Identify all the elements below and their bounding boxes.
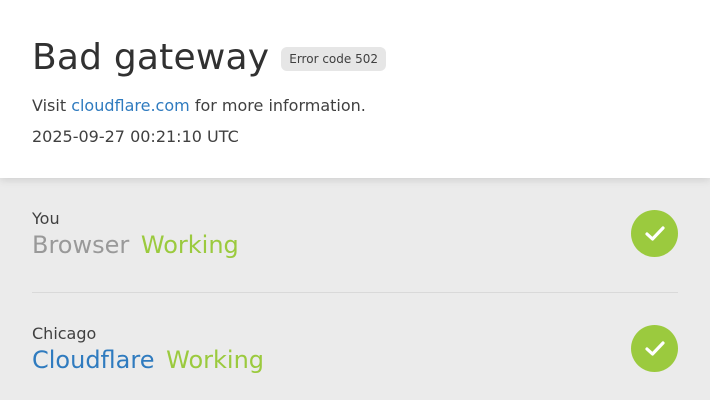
error-page: Bad gateway Error code 502 Visit cloudfl… xyxy=(0,0,710,400)
cloudflare-node: Chicago Cloudflare Working xyxy=(32,323,678,375)
cloudflare-link[interactable]: cloudflare.com xyxy=(71,96,190,115)
node-location: Chicago xyxy=(32,324,97,343)
node-location: You xyxy=(32,209,60,228)
error-code-badge: Error code 502 xyxy=(281,47,386,71)
node-status: Working xyxy=(140,231,239,259)
error-header: Bad gateway Error code 502 Visit cloudfl… xyxy=(0,0,710,178)
browser-node: You Browser Working xyxy=(32,208,678,260)
visit-suffix: for more information. xyxy=(194,96,366,115)
node-name-row: Cloudflare Working xyxy=(32,345,678,375)
title-row: Bad gateway Error code 502 xyxy=(32,36,386,80)
visit-prefix: Visit xyxy=(32,96,67,115)
node-status: Working xyxy=(166,346,265,374)
status-area: You Browser Working Chicago Cloudflare W… xyxy=(0,178,710,400)
page-title: Bad gateway xyxy=(32,37,270,78)
node-divider xyxy=(32,292,678,293)
timestamp: 2025-09-27 00:21:10 UTC xyxy=(32,127,239,146)
node-name-row: Browser Working xyxy=(32,230,678,260)
node-name: Browser xyxy=(32,231,130,259)
node-name: Cloudflare xyxy=(32,346,155,374)
check-circle-icon xyxy=(631,210,678,257)
check-circle-icon xyxy=(631,325,678,372)
more-info-line: Visit cloudflare.com for more informatio… xyxy=(32,95,366,117)
